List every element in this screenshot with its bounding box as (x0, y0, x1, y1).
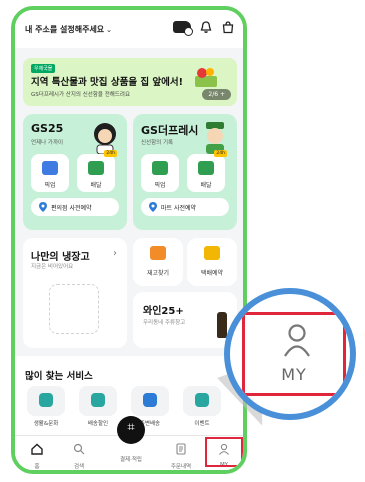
address-label: 내 주소를 설정해주세요 (25, 25, 105, 34)
my-tab-highlight (205, 437, 243, 467)
zoomed-my-tab: MY (242, 312, 346, 396)
location-pin-icon (39, 202, 47, 212)
banner-page-indicator[interactable]: 2/6 + (202, 89, 231, 100)
bell-icon[interactable] (199, 20, 213, 34)
shopping-bag-icon (42, 161, 58, 175)
service-label: 생활&문화 (33, 421, 59, 427)
receipt-icon (176, 443, 186, 455)
stock-search-label: 재고찾기 (146, 270, 170, 277)
scooter-icon (198, 161, 214, 175)
pickup-button[interactable]: 픽업 (31, 154, 69, 192)
store-card-gs25[interactable]: GS25 언제나 가까이 픽업 24h 배달 편의점 사전예약 (23, 114, 127, 230)
phone-frame: 내 주소를 설정해주세요 ⌄ 우체국몰 지역 특산물과 맛집 상품을 집 앞에서!… (11, 6, 247, 474)
person-icon (284, 324, 310, 357)
banner-title: 지역 특산물과 맛집 상품을 집 앞에서! (31, 77, 183, 88)
wine-subtitle: 우리동네 주류창고 (143, 320, 186, 326)
tab-search[interactable]: 검색 (59, 440, 99, 470)
bottom-tab-bar: 홈 검색 결제·적립 주문내역 MY (15, 416, 243, 470)
mascot-character-icon (206, 122, 224, 154)
fridge-subtitle: 지금은 비어있어요 (31, 264, 74, 270)
service-label: 배송할인 (87, 421, 109, 427)
my-fridge-card[interactable]: 나만의 냉장고 › 지금은 비어있어요 (23, 238, 127, 348)
location-pin-icon (149, 202, 157, 212)
parcel-reserve-label: 택배예약 (200, 270, 224, 277)
parcel-truck-icon (204, 246, 220, 260)
delivery-truck-icon[interactable] (173, 21, 193, 36)
tab-label: 홈 (34, 464, 40, 470)
stock-search-icon (150, 246, 166, 260)
reserve-label: 마트 사전예약 (161, 205, 197, 212)
wine-title: 와인25+ (143, 306, 184, 317)
chevron-right-icon: › (113, 248, 117, 259)
store-title: GS더프레시 (141, 124, 199, 137)
delivery-label: 배달 (200, 182, 212, 189)
home-icon (31, 443, 43, 455)
banner-badge: 우체국몰 (31, 64, 56, 73)
delivery-label: 배달 (90, 182, 102, 189)
tab-label: 검색 (73, 464, 85, 470)
store-card-gs-the-fresh[interactable]: GS더프레시 신선함의 기록 픽업 24h 배달 마트 사전예약 (133, 114, 237, 230)
parcel-reserve-button[interactable]: 택배예약 (187, 238, 237, 286)
tab-orders[interactable]: 주문내역 (161, 440, 201, 470)
service-item[interactable]: 이벤트 (179, 386, 225, 427)
party-icon (195, 393, 209, 407)
delivery-tag: 24h (214, 150, 227, 157)
pickup-label: 픽업 (154, 182, 166, 189)
store-subtitle: 언제나 가까이 (31, 140, 64, 146)
delivery-tag: 24h (104, 150, 117, 157)
delivery-button[interactable]: 24h 배달 (77, 150, 117, 192)
top-header: 내 주소를 설정해주세요 ⌄ (15, 10, 243, 48)
tab-pay[interactable]: 결제·적립 (111, 440, 151, 463)
shopping-bag-icon (152, 161, 168, 175)
pickup-label: 픽업 (44, 182, 56, 189)
chevron-down-icon: ⌄ (106, 26, 113, 34)
mascot-character-icon (94, 123, 116, 154)
produce-illustration-icon (195, 68, 217, 87)
header-icons (173, 20, 235, 36)
tab-label: 결제·적립 (120, 457, 142, 463)
scooter-icon (88, 161, 104, 175)
promo-banner[interactable]: 우체국몰 지역 특산물과 맛집 상품을 집 앞에서! GS더프레시가 산지의 신… (23, 58, 237, 106)
store-subtitle: 신선함의 기록 (141, 140, 174, 146)
zoom-magnifier: MY (224, 288, 356, 420)
wine25-card[interactable]: 와인25+ 우리동네 주류창고 (133, 292, 237, 348)
empty-fridge-placeholder (49, 284, 99, 334)
address-selector[interactable]: 내 주소를 설정해주세요 ⌄ (25, 24, 112, 35)
search-icon (73, 443, 85, 455)
tab-label: 주문내역 (170, 464, 192, 470)
delivery-icon (91, 393, 105, 407)
store-title: GS25 (31, 122, 64, 135)
app-screen: 내 주소를 설정해주세요 ⌄ 우체국몰 지역 특산물과 맛집 상품을 집 앞에서!… (15, 10, 243, 470)
service-item[interactable]: 생활&문화 (23, 386, 69, 427)
convenience-reserve-button[interactable]: 편의점 사전예약 (31, 198, 119, 216)
reserve-label: 편의점 사전예약 (51, 205, 92, 212)
mart-reserve-button[interactable]: 마트 사전예약 (141, 198, 229, 216)
fridge-title: 나만의 냉장고 (31, 252, 90, 263)
wine-bottle-icon (217, 312, 227, 338)
stock-search-button[interactable]: 재고찾기 (133, 238, 183, 286)
tab-home[interactable]: 홈 (17, 440, 57, 470)
heart-icon (39, 393, 53, 407)
shopping-bag-icon[interactable] (221, 20, 235, 34)
zoomed-my-label: MY (281, 365, 307, 384)
banner-subtitle: GS더프레시가 산지의 신선함을 전해드려요 (31, 92, 131, 98)
cart-icon (143, 393, 157, 407)
services-title: 많이 찾는 서비스 (25, 371, 93, 382)
service-label: 이벤트 (194, 421, 210, 427)
delivery-button[interactable]: 24h 배달 (187, 150, 227, 192)
service-item[interactable]: 배송할인 (75, 386, 121, 427)
pickup-button[interactable]: 픽업 (141, 154, 179, 192)
